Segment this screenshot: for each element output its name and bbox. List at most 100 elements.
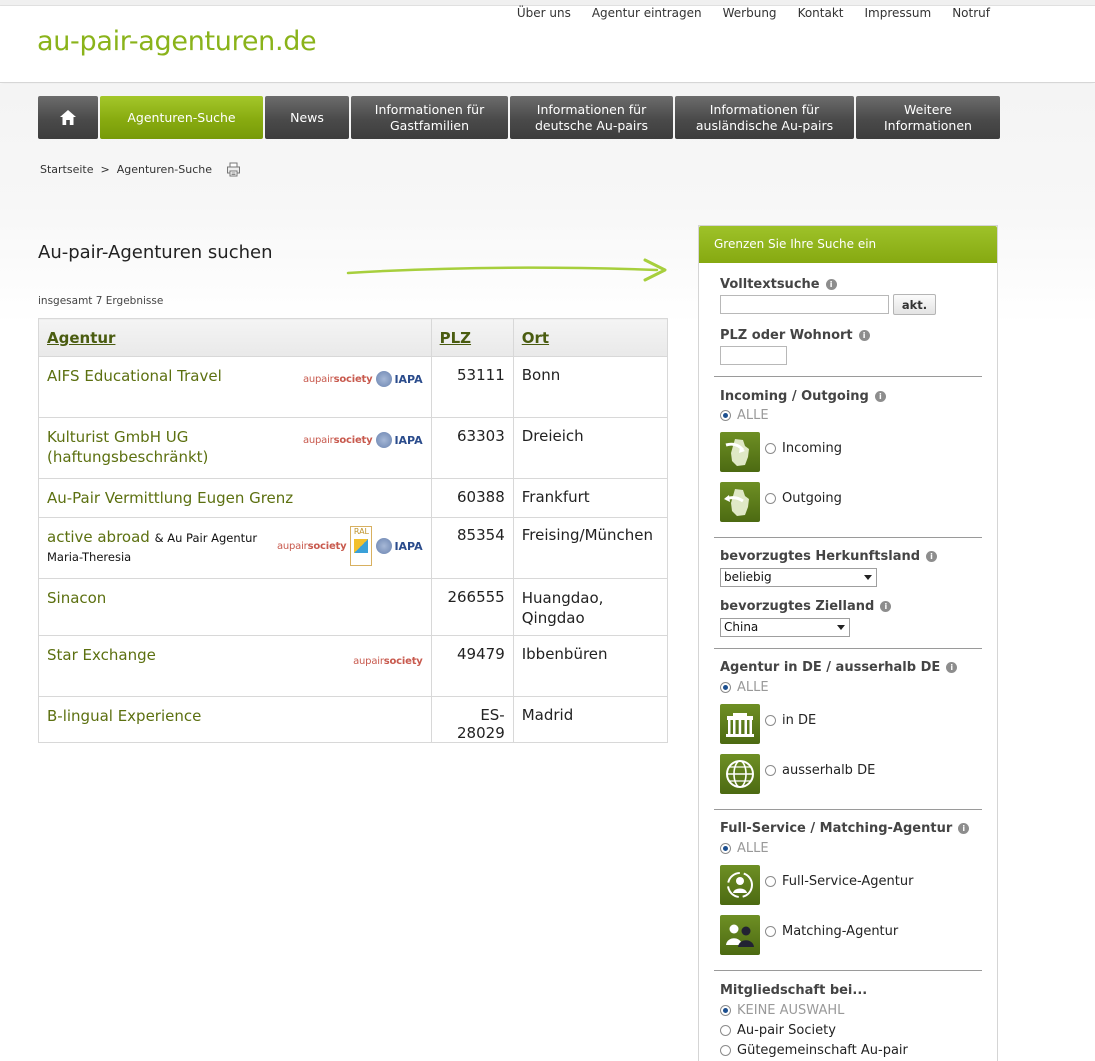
table-row: Sinacon 266555 Huangdao, Qingdao [38,578,668,636]
home-icon [60,110,76,125]
info-icon[interactable]: i [858,330,870,341]
topnav-impressum[interactable]: Impressum [865,6,932,20]
agency-link[interactable]: Star Exchange [47,646,156,664]
topnav-ueber-uns[interactable]: Über uns [517,6,571,20]
inout-label-text: Incoming / Outgoing [720,389,869,404]
refresh-button[interactable]: akt. [893,294,936,315]
agency-link[interactable]: Sinacon [47,589,106,607]
fulltext-label: Volltextsuche i [720,277,837,292]
sort-ort-link[interactable]: Ort [522,329,549,347]
aupair-society-badge: aupairsociety [303,435,373,446]
target-select-value: China [724,620,759,634]
sort-agentur-link[interactable]: Agentur [47,329,115,347]
fulltext-search-input[interactable] [720,295,889,314]
nav-aus-line2: ausländische Au-pairs [695,117,834,133]
print-icon[interactable] [226,162,241,177]
chevron-down-icon [837,625,845,630]
nav-weitere-line1: Weitere [904,101,952,117]
aps-part-b: society [307,540,347,552]
top-navigation: Über uns Agentur eintragen Werbung Konta… [517,6,990,20]
membership-gg-radio[interactable] [720,1045,731,1056]
info-icon[interactable]: i [874,391,886,402]
topnav-agentur-eintragen[interactable]: Agentur eintragen [592,6,702,20]
outside-de-radio[interactable] [765,765,776,776]
cell-ort: Frankfurt [513,478,668,518]
zip-city-input[interactable] [720,346,787,365]
agency-link[interactable]: Kulturist GmbH UG (haftungsbeschränkt) [47,428,208,466]
full-service-radio[interactable] [765,876,776,887]
info-icon[interactable]: i [946,662,958,673]
nav-news[interactable]: News [265,96,349,139]
nav-de-line2: deutsche Au-pairs [534,117,649,133]
nav-agenturen-suche[interactable]: Agenturen-Suche [100,96,263,139]
outgoing-radio[interactable] [765,493,776,504]
in-de-radio[interactable] [765,715,776,726]
zip-label: PLZ oder Wohnort i [720,328,870,343]
membership-badges: aupairsociety IAPA [303,432,423,448]
incoming-icon [720,432,760,472]
incoming-radio[interactable] [765,443,776,454]
agency-link[interactable]: B-lingual Experience [47,707,201,725]
origin-select-value: beliebig [724,570,772,584]
agency-link[interactable]: active abroad [47,528,150,546]
nav-info-auslaendische-aupairs[interactable]: Informationen für ausländische Au-pairs [675,96,854,139]
chevron-down-icon [864,575,872,580]
fulltext-label-text: Volltextsuche [720,277,820,292]
membership-none-radio[interactable] [720,1005,731,1016]
main-navigation: Agenturen-Suche News Informationen für Ga… [38,96,1000,139]
agency-link[interactable]: AIFS Educational Travel [47,367,222,385]
info-icon[interactable]: i [825,279,837,290]
sort-plz-link[interactable]: PLZ [440,329,471,347]
nav-info-deutsche-label: Informationen für deutsche Au-pairs [535,102,648,134]
nav-agenturen-suche-label: Agenturen-Suche [127,109,236,125]
location-all-radio[interactable] [720,682,731,693]
table-header-row: Agentur PLZ Ort [38,318,668,357]
agency-link[interactable]: Au-Pair Vermittlung Eugen Grenz [47,489,293,507]
breadcrumb-startseite[interactable]: Startseite [40,163,94,176]
section-divider [714,376,982,377]
nav-home-button[interactable] [38,96,98,139]
cell-plz: 266555 [431,578,514,636]
nav-de-line1: Informationen für [536,101,647,117]
cell-plz: 49479 [431,635,514,697]
globe-icon [376,538,393,554]
location-label-text: Agentur in DE / ausserhalb DE [720,660,941,675]
agency-subtitle-a: & Au Pair Agentur [154,531,258,545]
topnav-notruf[interactable]: Notruf [952,6,990,20]
nav-info-gastfamilien[interactable]: Informationen für Gastfamilien [351,96,508,139]
outgoing-icon [720,482,760,522]
globe-icon [376,371,393,387]
info-icon[interactable]: i [958,823,970,834]
table-row: B-lingual Experience ES-28029 Madrid [38,696,668,743]
inout-all-radio[interactable] [720,410,731,421]
nav-info-deutsche-aupairs[interactable]: Informationen für deutsche Au-pairs [510,96,673,139]
topnav-werbung[interactable]: Werbung [723,6,777,20]
origin-country-select[interactable]: beliebig [720,568,877,587]
target-country-select[interactable]: China [720,618,850,637]
cell-agentur: B-lingual Experience [38,696,432,743]
filter-panel-heading: Grenzen Sie Ihre Suche ein [699,226,997,263]
nav-gast-line1: Informationen für [374,101,485,117]
topnav-kontakt[interactable]: Kontakt [798,6,844,20]
ral-guetezeichen-badge: RAL [350,526,373,566]
nav-weitere-informationen[interactable]: Weitere Informationen [856,96,1000,139]
matching-radio[interactable] [765,926,776,937]
iapa-badge: IAPA [376,538,423,554]
section-divider [714,970,982,971]
membership-aps-radio[interactable] [720,1025,731,1036]
info-icon[interactable]: i [926,551,938,562]
site-logo[interactable]: au-pair-agenturen.de [37,26,317,57]
service-all-radio[interactable] [720,843,731,854]
location-label: Agentur in DE / ausserhalb DE i [720,660,958,675]
target-label: bevorzugtes Zielland i [720,599,892,614]
service-label-text: Full-Service / Matching-Agentur [720,821,953,836]
col-header-plz: PLZ [431,318,514,357]
outgoing-text: Outgoing [782,491,842,506]
inout-all-text: ALLE [737,408,769,423]
info-icon[interactable]: i [880,601,892,612]
outside-de-text: ausserhalb DE [782,763,876,778]
world-icon [726,760,754,788]
cell-agentur: active abroad & Au Pair Agentur Maria-Th… [38,517,432,579]
table-row: Au-Pair Vermittlung Eugen Grenz 60388 Fr… [38,478,668,518]
membership-label-text: Mitgliedschaft bei... [720,983,868,998]
